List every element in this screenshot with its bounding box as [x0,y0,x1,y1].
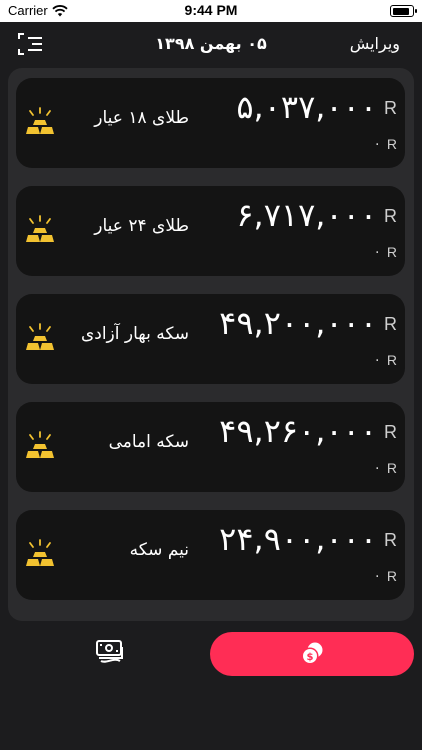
item-price: ۴۹,۲۶۰,۰۰۰ [219,412,377,450]
item-price: ۵,۰۳۷,۰۰۰ [236,88,377,126]
item-name: سکه امامی [108,432,189,452]
gold-bars-icon [26,431,54,458]
clock: 9:44 PM [184,2,238,18]
list-item[interactable]: طلای ۱۸ عیار ۵,۰۳۷,۰۰۰ R ۰ R [16,78,405,168]
price-unit: R [384,530,397,550]
battery-icon [390,5,417,17]
price-unit: R [384,422,397,442]
tab-money[interactable] [80,630,140,674]
gold-bars-icon [26,323,54,350]
item-name: نیم سکه [129,540,189,560]
edit-button[interactable]: ویرایش [350,34,400,53]
item-price: ۲۴,۹۰۰,۰۰۰ [219,520,377,558]
list-item[interactable]: سکه امامی ۴۹,۲۶۰,۰۰۰ R ۰ R [16,402,405,492]
item-name: طلای ۲۴ عیار [94,216,189,236]
gold-bars-icon [26,107,54,134]
item-name: سکه بهار آزادی [80,324,189,344]
tab-coins[interactable]: $ [210,632,414,676]
item-price: ۶,۷۱۷,۰۰۰ [236,196,377,234]
change-unit: R [386,244,397,260]
battery-level [392,7,409,15]
list-item[interactable]: سکه بهار آزادی ۴۹,۲۰۰,۰۰۰ R ۰ R [16,294,405,384]
change-unit: R [386,352,397,368]
money-icon [96,640,123,663]
navigation-bar: ۰۵ بهمن ۱۳۹۸ ویرایش [0,22,422,66]
gold-bars-icon [26,215,54,242]
item-change: ۰ [373,352,381,368]
status-bar: Carrier 9:44 PM [0,0,422,22]
coins-icon: $ [301,642,323,665]
item-name: طلای ۱۸ عیار [94,108,189,128]
gold-bars-icon [26,539,54,566]
svg-text:$: $ [307,652,314,663]
price-unit: R [384,98,397,118]
change-unit: R [386,460,397,476]
price-unit: R [384,314,397,334]
item-change: ۰ [373,244,381,260]
item-change: ۰ [373,460,381,476]
item-change: ۰ [373,568,381,584]
price-unit: R [384,206,397,226]
item-change: ۰ [373,136,381,152]
tab-bar: $ [0,628,422,688]
item-price: ۴۹,۲۰۰,۰۰۰ [219,304,377,342]
change-unit: R [386,136,397,152]
list-item[interactable]: طلای ۲۴ عیار ۶,۷۱۷,۰۰۰ R ۰ R [16,186,405,276]
price-list[interactable]: طلای ۱۸ عیار ۵,۰۳۷,۰۰۰ R ۰ R طلای ۲۴ عیا… [8,68,414,621]
change-unit: R [386,568,397,584]
list-item[interactable]: نیم سکه ۲۴,۹۰۰,۰۰۰ R ۰ R [16,510,405,600]
